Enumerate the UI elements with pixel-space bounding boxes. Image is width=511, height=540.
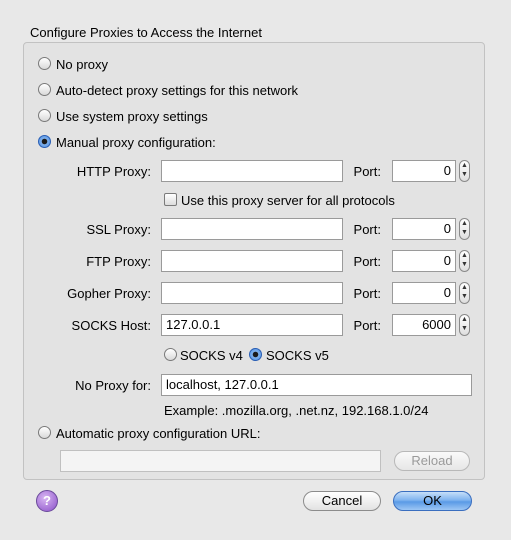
gopher-port-label: Port: <box>353 286 381 301</box>
radio-system-proxy-label[interactable]: Use system proxy settings <box>56 109 208 124</box>
dialog-title: Configure Proxies to Access the Internet <box>30 25 262 40</box>
ssl-port-label: Port: <box>353 222 381 237</box>
ssl-port-stepper[interactable]: ▲ ▼ <box>459 218 470 240</box>
http-port-stepper[interactable]: ▲ ▼ <box>459 160 470 182</box>
socks-host-label: SOCKS Host: <box>71 318 151 333</box>
radio-socks-v5[interactable] <box>249 348 262 361</box>
gopher-port-input[interactable]: 0 <box>392 282 456 304</box>
radio-no-proxy-label[interactable]: No proxy <box>56 57 108 72</box>
cancel-button[interactable]: Cancel <box>303 491 381 511</box>
ftp-port-stepper[interactable]: ▲ ▼ <box>459 250 470 272</box>
ssl-proxy-label: SSL Proxy: <box>86 222 151 237</box>
help-button[interactable]: ? <box>36 490 58 512</box>
ok-button[interactable]: OK <box>393 491 472 511</box>
stepper-up-icon[interactable]: ▲ <box>460 161 469 170</box>
http-port-input[interactable]: 0 <box>392 160 456 182</box>
stepper-down-icon[interactable]: ▼ <box>460 260 469 269</box>
socks-port-stepper[interactable]: ▲ ▼ <box>459 314 470 336</box>
radio-no-proxy[interactable] <box>38 57 51 70</box>
ftp-port-input[interactable]: 0 <box>392 250 456 272</box>
radio-manual-proxy-label[interactable]: Manual proxy configuration: <box>56 135 216 150</box>
ftp-proxy-label: FTP Proxy: <box>86 254 151 269</box>
stepper-up-icon[interactable]: ▲ <box>460 219 469 228</box>
use-for-all-checkbox[interactable] <box>164 193 177 206</box>
radio-socks-v4-label[interactable]: SOCKS v4 <box>180 348 243 363</box>
no-proxy-for-input[interactable]: localhost, 127.0.0.1 <box>161 374 472 396</box>
radio-manual-proxy[interactable] <box>38 135 51 148</box>
ftp-proxy-input[interactable] <box>161 250 343 272</box>
gopher-proxy-input[interactable] <box>161 282 343 304</box>
reload-button[interactable]: Reload <box>394 451 470 471</box>
no-proxy-example: Example: .mozilla.org, .net.nz, 192.168.… <box>164 403 429 418</box>
radio-auto-url-label[interactable]: Automatic proxy configuration URL: <box>56 426 260 441</box>
radio-socks-v5-label[interactable]: SOCKS v5 <box>266 348 329 363</box>
stepper-down-icon[interactable]: ▼ <box>460 228 469 237</box>
socks-host-input[interactable]: 127.0.0.1 <box>161 314 343 336</box>
use-for-all-label[interactable]: Use this proxy server for all protocols <box>181 193 395 208</box>
gopher-proxy-label: Gopher Proxy: <box>67 286 151 301</box>
gopher-port-stepper[interactable]: ▲ ▼ <box>459 282 470 304</box>
stepper-up-icon[interactable]: ▲ <box>460 251 469 260</box>
question-mark-icon: ? <box>43 493 51 508</box>
http-proxy-input[interactable] <box>161 160 343 182</box>
ssl-port-input[interactable]: 0 <box>392 218 456 240</box>
stepper-down-icon[interactable]: ▼ <box>460 170 469 179</box>
radio-auto-detect[interactable] <box>38 83 51 96</box>
radio-auto-detect-label[interactable]: Auto-detect proxy settings for this netw… <box>56 83 298 98</box>
stepper-up-icon[interactable]: ▲ <box>460 283 469 292</box>
ftp-port-label: Port: <box>353 254 381 269</box>
http-port-label: Port: <box>353 164 381 179</box>
http-proxy-label: HTTP Proxy: <box>76 164 151 179</box>
socks-port-input[interactable]: 6000 <box>392 314 456 336</box>
radio-system-proxy[interactable] <box>38 109 51 122</box>
stepper-down-icon[interactable]: ▼ <box>460 324 469 333</box>
no-proxy-for-label: No Proxy for: <box>75 378 151 393</box>
ssl-proxy-input[interactable] <box>161 218 343 240</box>
stepper-down-icon[interactable]: ▼ <box>460 292 469 301</box>
stepper-up-icon[interactable]: ▲ <box>460 315 469 324</box>
radio-auto-url[interactable] <box>38 426 51 439</box>
radio-socks-v4[interactable] <box>164 348 177 361</box>
socks-port-label: Port: <box>353 318 381 333</box>
auto-url-input[interactable] <box>60 450 381 472</box>
